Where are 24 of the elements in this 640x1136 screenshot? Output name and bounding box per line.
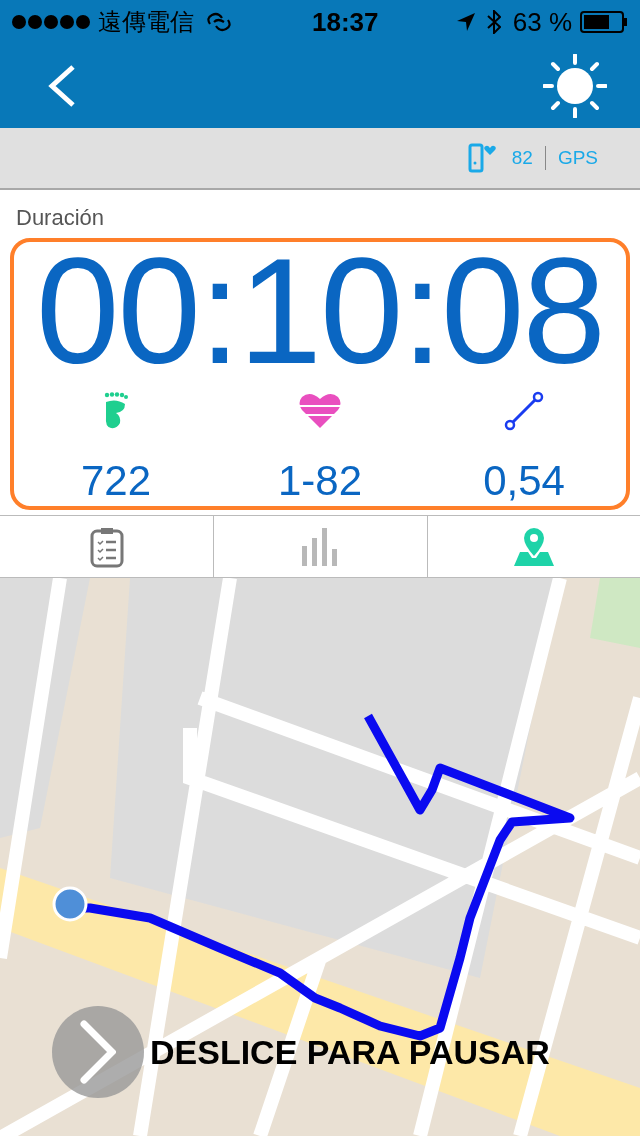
battery-icon xyxy=(580,11,628,33)
bluetooth-icon xyxy=(486,10,501,34)
sun-icon xyxy=(543,54,607,118)
duration-label: Duración xyxy=(15,204,106,232)
bar-chart-icon xyxy=(302,527,339,566)
wearable-heart-icon xyxy=(467,143,496,173)
chevron-right-icon xyxy=(80,1020,116,1084)
clock-time: 18:37 xyxy=(312,5,379,39)
clipboard-checklist-icon xyxy=(89,525,124,568)
link-icon xyxy=(206,12,232,32)
brightness-button[interactable] xyxy=(542,53,608,119)
carrier-name: 遠傳電信 xyxy=(98,7,194,38)
slide-to-pause-label: DESLICE PARA PAUSAR xyxy=(150,1031,550,1073)
chevron-left-icon xyxy=(48,65,76,107)
gps-label: GPS xyxy=(557,145,598,170)
map-pin-icon xyxy=(513,527,554,566)
stat-value: 1-82 xyxy=(277,456,363,506)
heart-rate-reading: 82 xyxy=(511,145,533,170)
duration-timer: 00:10:08 xyxy=(36,246,604,376)
battery-percent: 63 % xyxy=(512,5,572,39)
stat-value: 0,54 xyxy=(483,456,565,506)
stat-value: 722 xyxy=(80,456,152,506)
location-arrow-icon xyxy=(456,13,475,31)
signal-icon xyxy=(12,15,90,29)
